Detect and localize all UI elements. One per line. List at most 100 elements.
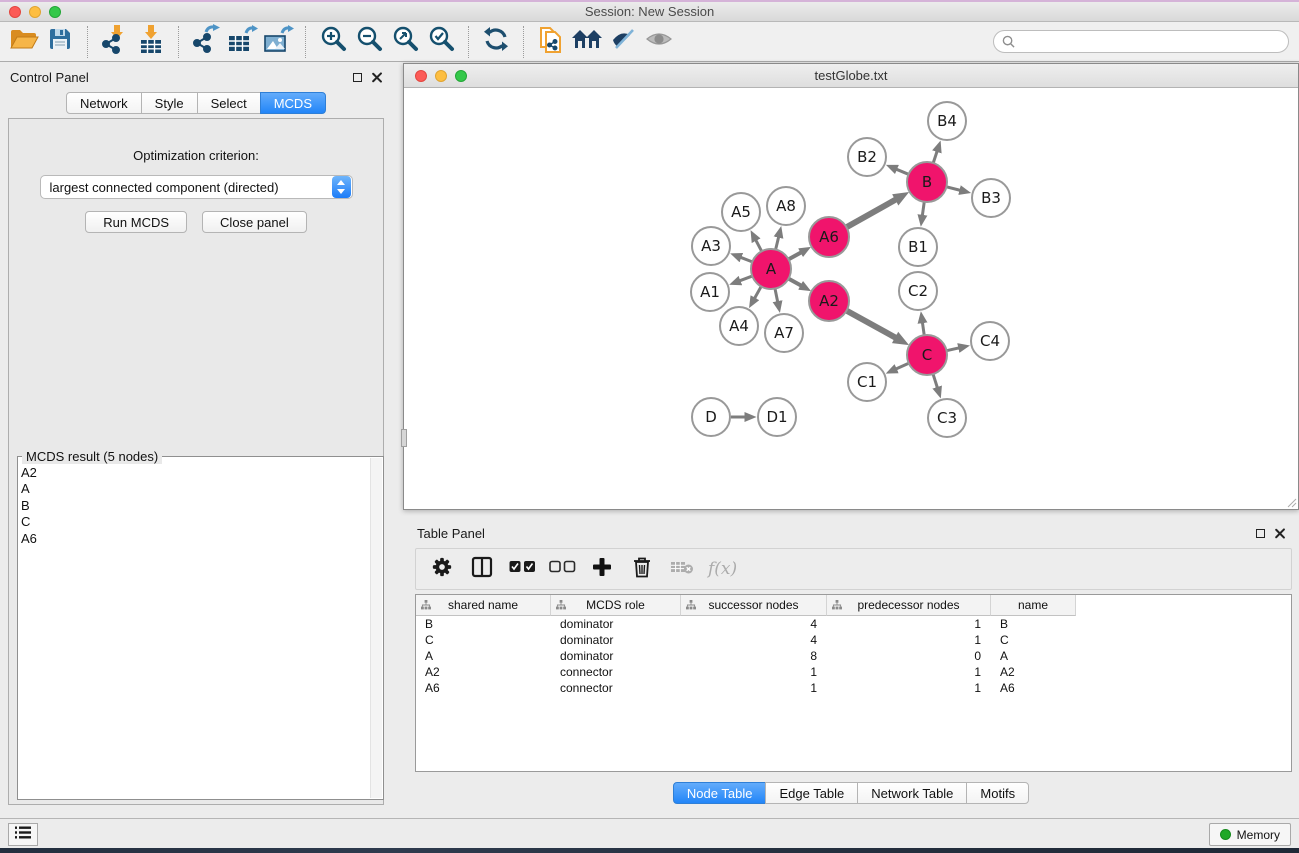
run-mcds-button[interactable]: Run MCDS xyxy=(85,211,187,233)
mcds-result-item[interactable]: A2 xyxy=(21,465,369,481)
table-cell[interactable]: 1 xyxy=(681,665,827,679)
zoom-out-button[interactable] xyxy=(351,24,387,60)
graph-node-A6[interactable]: A6 xyxy=(809,217,849,257)
tab-network[interactable]: Network xyxy=(66,92,142,114)
hide-selected-button[interactable] xyxy=(605,24,641,60)
table-cell[interactable]: 1 xyxy=(827,617,991,631)
table-tab-motifs[interactable]: Motifs xyxy=(966,782,1029,804)
graph-node-D[interactable]: D xyxy=(692,398,730,436)
mcds-result-item[interactable]: C xyxy=(21,514,369,530)
mcds-result-item[interactable]: B xyxy=(21,498,369,514)
graph-node-A3[interactable]: A3 xyxy=(692,227,730,265)
table-tab-edge-table[interactable]: Edge Table xyxy=(765,782,858,804)
graph-node-C1[interactable]: C1 xyxy=(848,363,886,401)
graph-node-C[interactable]: C xyxy=(907,335,947,375)
criterion-dropdown[interactable]: largest connected component (directed) xyxy=(40,175,353,199)
graph-edge-A-A7[interactable] xyxy=(775,289,778,302)
table-cell[interactable]: A2 xyxy=(991,665,1076,679)
graph-edge-A-A6[interactable] xyxy=(789,252,801,259)
export-table-button[interactable] xyxy=(224,24,260,60)
graph-node-A2[interactable]: A2 xyxy=(809,281,849,321)
graph-edge-A2-C[interactable] xyxy=(847,311,896,338)
graph-edge-C-C2[interactable] xyxy=(922,323,924,336)
graph-node-D1[interactable]: D1 xyxy=(758,398,796,436)
table-row[interactable]: Bdominator41B xyxy=(416,616,1291,632)
table-cell[interactable]: dominator xyxy=(551,617,681,631)
open-session-button[interactable] xyxy=(6,24,42,60)
graph-node-A1[interactable]: A1 xyxy=(691,273,729,311)
graph-node-A5[interactable]: A5 xyxy=(722,193,760,231)
table-tab-node-table[interactable]: Node Table xyxy=(673,782,767,804)
graph-node-B1[interactable]: B1 xyxy=(899,228,937,266)
zoom-fit-button[interactable] xyxy=(387,24,423,60)
close-panel-icon[interactable] xyxy=(371,72,382,83)
network-canvas[interactable]: B4B2BB3A5A8A6A3B1AA1C2A2A4A7C4CC1DD1C3 xyxy=(404,88,1298,509)
show-column-button[interactable] xyxy=(464,551,500,587)
table-cell[interactable]: A6 xyxy=(416,681,551,695)
table-row[interactable]: Adominator80A xyxy=(416,648,1291,664)
graph-edge-A-A3[interactable] xyxy=(741,257,752,261)
column-header-shared-name[interactable]: shared name xyxy=(416,595,551,616)
duplicate-network-button[interactable] xyxy=(533,24,569,60)
export-network-button[interactable] xyxy=(188,24,224,60)
mcds-result-item[interactable]: A6 xyxy=(21,531,369,547)
graph-edge-A6-B[interactable] xyxy=(846,200,895,228)
graph-node-A8[interactable]: A8 xyxy=(767,187,805,225)
table-cell[interactable]: A xyxy=(416,649,551,663)
network-graph[interactable]: B4B2BB3A5A8A6A3B1AA1C2A2A4A7C4CC1DD1C3 xyxy=(404,88,1298,509)
deselect-all-columns-button[interactable] xyxy=(544,551,580,587)
show-all-button[interactable] xyxy=(641,24,677,60)
table-cell[interactable]: 0 xyxy=(827,649,991,663)
table-cell[interactable]: connector xyxy=(551,665,681,679)
tab-style[interactable]: Style xyxy=(141,92,198,114)
table-cell[interactable]: 1 xyxy=(827,633,991,647)
float-table-panel-icon[interactable] xyxy=(1256,529,1265,538)
table-cell[interactable]: 1 xyxy=(827,665,991,679)
graph-node-B3[interactable]: B3 xyxy=(972,179,1010,217)
table-cell[interactable]: B xyxy=(991,617,1076,631)
column-header-name[interactable]: name xyxy=(991,595,1076,616)
table-cell[interactable]: dominator xyxy=(551,649,681,663)
graph-edge-A-A8[interactable] xyxy=(776,237,779,249)
table-options-button[interactable] xyxy=(424,551,460,587)
memory-button[interactable]: Memory xyxy=(1209,823,1291,846)
table-cell[interactable]: A6 xyxy=(991,681,1076,695)
delete-column-button[interactable] xyxy=(624,551,660,587)
function-builder-button[interactable]: f(x) xyxy=(708,559,737,579)
mcds-result-list[interactable]: A2ABCA6 xyxy=(21,465,369,797)
table-cell[interactable]: 1 xyxy=(681,681,827,695)
select-all-columns-button[interactable] xyxy=(504,551,540,587)
neighborhood-homes-button[interactable] xyxy=(569,24,605,60)
mcds-result-item[interactable]: A xyxy=(21,481,369,497)
table-cell[interactable]: A xyxy=(991,649,1076,663)
graph-node-B2[interactable]: B2 xyxy=(848,138,886,176)
graph-edge-A-A5[interactable] xyxy=(756,240,762,251)
import-table-button[interactable] xyxy=(133,24,169,60)
graph-edge-B-B2[interactable] xyxy=(897,169,909,174)
delete-table-button[interactable] xyxy=(664,551,700,587)
graph-edge-A-A2[interactable] xyxy=(789,279,801,286)
close-panel-button[interactable]: Close panel xyxy=(202,211,307,233)
graph-node-A4[interactable]: A4 xyxy=(720,307,758,345)
task-history-button[interactable] xyxy=(8,823,38,846)
graph-node-C2[interactable]: C2 xyxy=(899,272,937,310)
graph-edge-A-A1[interactable] xyxy=(740,276,752,281)
table-row[interactable]: Cdominator41C xyxy=(416,632,1291,648)
splitter-handle[interactable] xyxy=(401,429,407,447)
graph-edge-B-B4[interactable] xyxy=(933,151,937,163)
table-tab-network-table[interactable]: Network Table xyxy=(857,782,967,804)
graph-node-A[interactable]: A xyxy=(751,249,791,289)
table-cell[interactable]: C xyxy=(991,633,1076,647)
table-cell[interactable]: 1 xyxy=(827,681,991,695)
result-scrollbar[interactable] xyxy=(370,458,382,798)
float-panel-icon[interactable] xyxy=(353,73,362,82)
table-row[interactable]: A6connector11A6 xyxy=(416,680,1291,696)
create-column-button[interactable] xyxy=(584,551,620,587)
zoom-selected-button[interactable] xyxy=(423,24,459,60)
graph-edge-C-C4[interactable] xyxy=(947,348,959,351)
search-field[interactable] xyxy=(993,30,1289,53)
column-header-predecessor-nodes[interactable]: predecessor nodes xyxy=(827,595,991,616)
table-cell[interactable]: B xyxy=(416,617,551,631)
graph-edge-A-A4[interactable] xyxy=(755,286,762,298)
table-cell[interactable]: 4 xyxy=(681,633,827,647)
